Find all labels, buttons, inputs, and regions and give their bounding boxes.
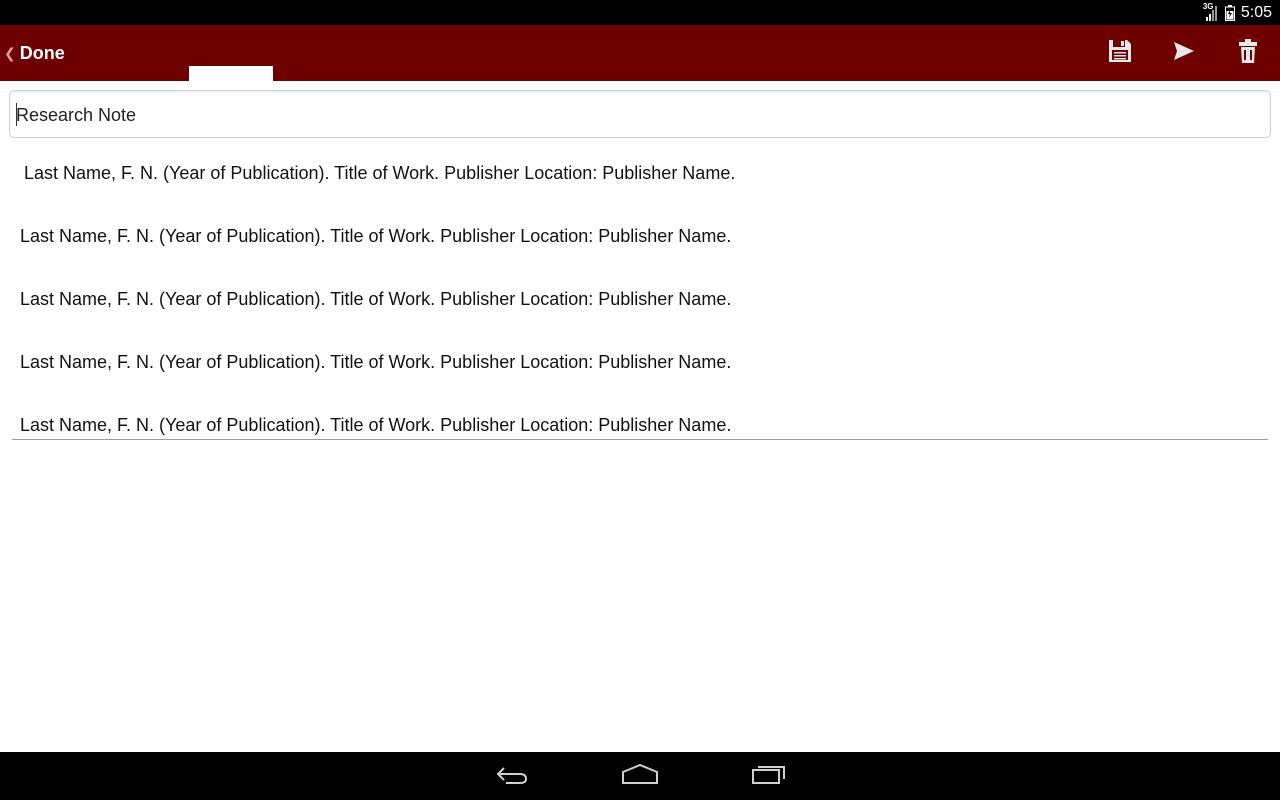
navigation-bar <box>0 752 1280 800</box>
save-button[interactable] <box>1088 25 1152 81</box>
clock: 5:05 <box>1240 3 1272 21</box>
back-nav-button[interactable] <box>494 764 530 788</box>
delete-button[interactable] <box>1216 25 1280 81</box>
home-nav-button[interactable] <box>622 762 658 791</box>
status-bar: 3G 5:05 <box>0 0 1280 25</box>
citation-line: Last Name, F. N. (Year of Publication). … <box>20 226 732 246</box>
note-title-text: Research Note <box>16 105 137 125</box>
done-label: Done <box>19 42 65 63</box>
network-type-label: 3G <box>1202 1 1214 11</box>
popup-overlay <box>189 66 273 90</box>
chevron-left-icon: ❮ <box>4 44 16 61</box>
save-icon <box>1108 39 1132 68</box>
send-button[interactable] <box>1152 25 1216 81</box>
recent-apps-nav-button[interactable] <box>751 764 787 788</box>
send-icon <box>1173 41 1195 66</box>
back-icon <box>494 762 530 791</box>
citation-line: Last Name, F. N. (Year of Publication). … <box>20 289 732 309</box>
status-indicators: 3G 5:05 <box>1203 0 1272 25</box>
trash-icon <box>1239 38 1257 68</box>
action-icons <box>1088 25 1280 81</box>
battery-icon <box>1224 4 1235 21</box>
note-body-input[interactable]: Last Name, F. N. (Year of Publication). … <box>12 148 1268 440</box>
citation-line: Last Name, F. N. (Year of Publication). … <box>20 415 732 435</box>
home-icon <box>622 762 658 791</box>
done-button[interactable]: ❮ Done <box>0 25 65 81</box>
recent-apps-icon <box>751 762 787 791</box>
signal-indicator: 3G <box>1202 1 1219 22</box>
note-title-input[interactable]: Research Note <box>9 90 1271 138</box>
citation-line: Last Name, F. N. (Year of Publication). … <box>20 352 732 372</box>
citation-line: Last Name, F. N. (Year of Publication). … <box>24 163 736 183</box>
